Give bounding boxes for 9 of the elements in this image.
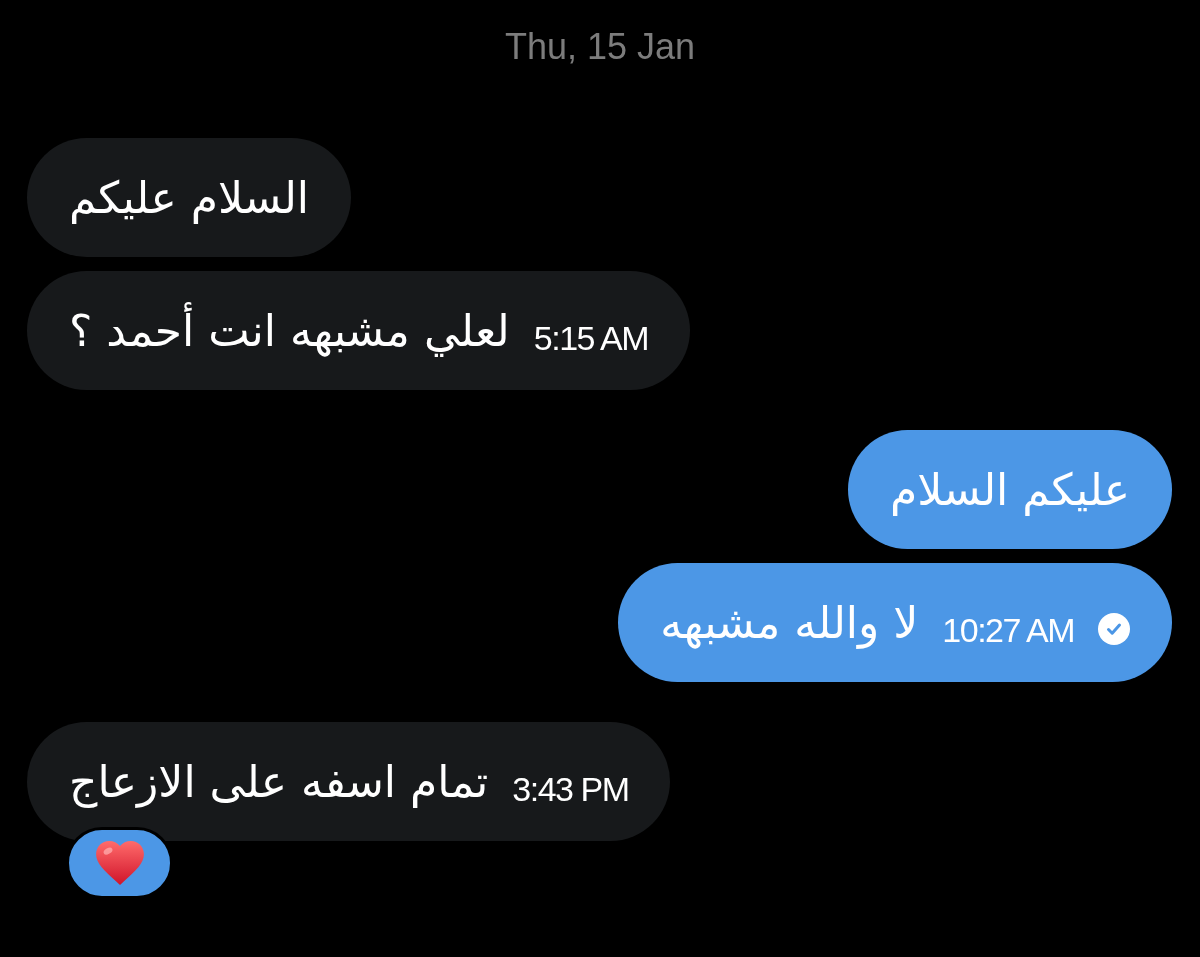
message-time: 3:43 PM [512,768,629,809]
date-header: Thu, 15 Jan [503,25,697,69]
message-text: لعلي مشبهه انت أحمد ؟ [69,301,510,359]
message-text: السلام عليكم [69,170,310,226]
message-time: 10:27 AM [942,609,1074,650]
message-text: لا والله مشبهه [660,595,919,651]
message-text: تمام اسفه على الازعاج [69,754,489,810]
message-time: 5:15 AM [533,317,649,358]
message-text: عليكم السلام [889,462,1130,518]
